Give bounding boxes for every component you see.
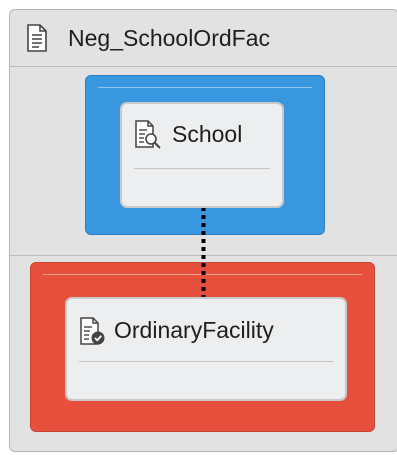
container-rule bbox=[98, 87, 312, 88]
ordinary-facility-node[interactable]: OrdinaryFacility bbox=[65, 297, 347, 401]
ordinary-facility-label: OrdinaryFacility bbox=[114, 317, 274, 343]
school-node[interactable]: School bbox=[120, 102, 284, 208]
verified-document-icon bbox=[80, 317, 105, 345]
card-divider bbox=[79, 361, 333, 362]
search-document-icon bbox=[135, 120, 161, 149]
card-divider bbox=[134, 168, 270, 169]
diagram-header: Neg_SchoolOrdFac bbox=[10, 10, 397, 67]
dotted-connector bbox=[201, 207, 206, 299]
diagram-title: Neg_SchoolOrdFac bbox=[68, 25, 270, 51]
document-icon bbox=[27, 24, 47, 52]
school-label: School bbox=[172, 121, 243, 147]
